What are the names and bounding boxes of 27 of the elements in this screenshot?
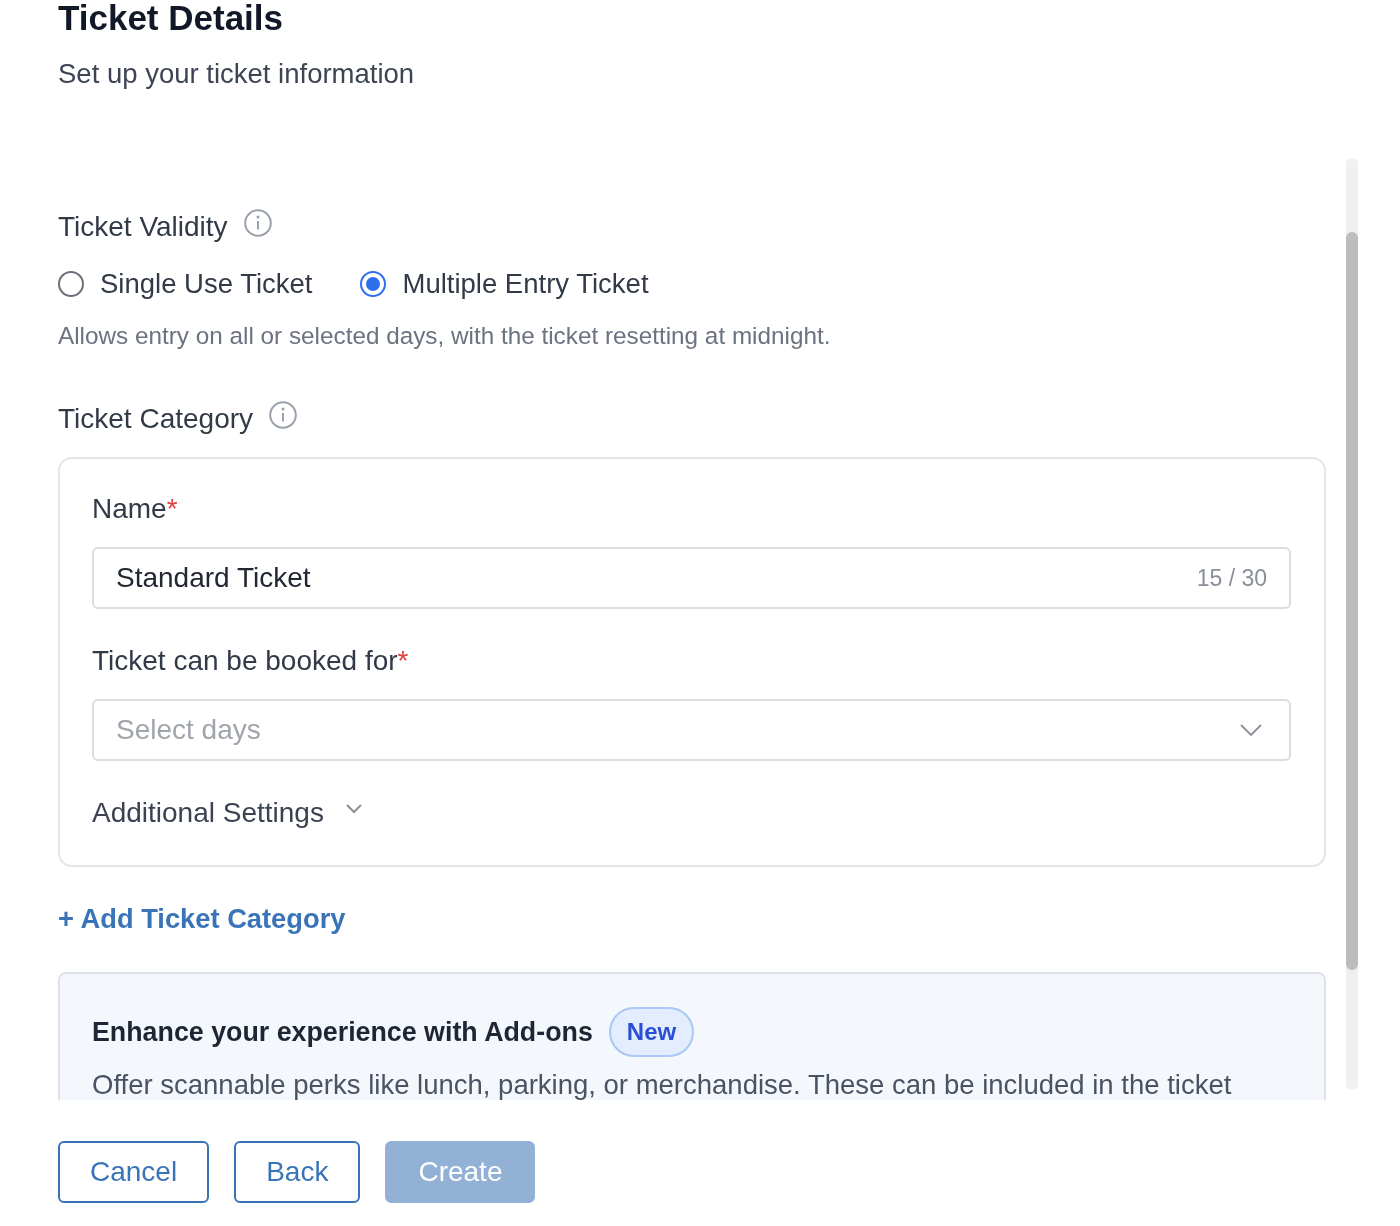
new-badge: New: [608, 1007, 695, 1057]
days-select[interactable]: Select days: [92, 699, 1291, 761]
addons-description: Offer scannable perks like lunch, parking, or merchandise. These can be included in the ticket: [92, 1069, 1232, 1100]
character-counter: 15 / 30: [1196, 564, 1267, 592]
required-mark: *: [166, 493, 178, 525]
addons-title: Enhance your experience with Add-ons: [92, 1016, 593, 1048]
section-label: Ticket Category: [58, 403, 254, 435]
radio-button[interactable]: [360, 271, 387, 297]
helper-text: Allows entry on all or selected days, with the ticket resetting at midnight.: [58, 322, 831, 350]
info-icon[interactable]: [243, 209, 272, 237]
radio-button[interactable]: [58, 271, 84, 297]
secondary-button[interactable]: Cancel: [58, 1141, 210, 1203]
field-label: Ticket can be booked for: [92, 645, 398, 677]
scrollbar-track[interactable]: [1346, 158, 1358, 1090]
page-subtitle: Set up your ticket information: [58, 58, 415, 90]
additional-settings-toggle[interactable]: Additional Settings: [92, 797, 362, 829]
field-label: Name: [92, 493, 167, 525]
chevron-down-icon: [1240, 724, 1262, 736]
scrollbar-thumb[interactable]: [1346, 232, 1358, 970]
radio-label[interactable]: Single Use Ticket: [100, 268, 313, 300]
info-icon[interactable]: [269, 401, 298, 429]
secondary-button[interactable]: Back: [234, 1141, 361, 1203]
add-category-link[interactable]: + Add Ticket Category: [58, 903, 346, 935]
section-label: Ticket Validity: [58, 211, 228, 243]
radio-label[interactable]: Multiple Entry Ticket: [402, 268, 649, 300]
page-title: Ticket Details: [58, 0, 284, 36]
required-mark: *: [397, 645, 409, 677]
